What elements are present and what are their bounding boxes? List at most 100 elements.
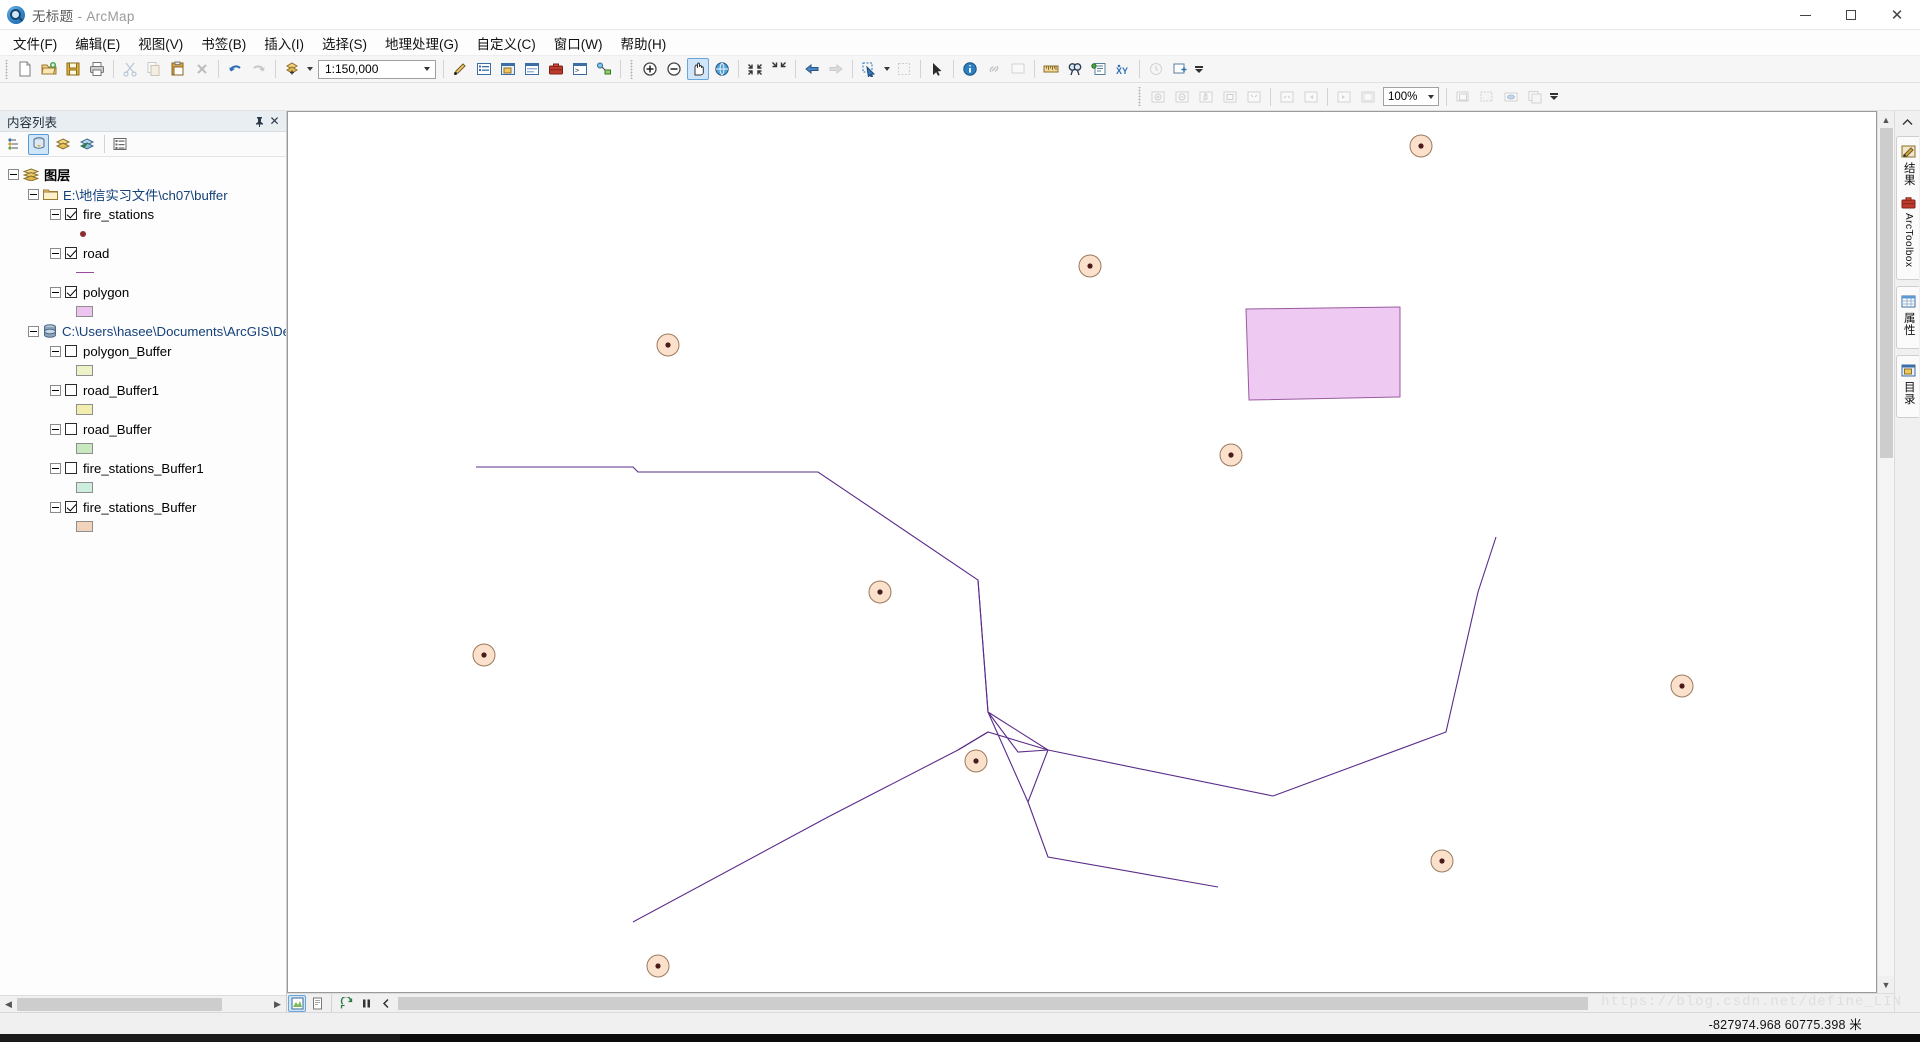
pause-drawing-button[interactable]: [357, 995, 375, 1012]
scroll-down-icon[interactable]: ▼: [1878, 976, 1894, 993]
refresh-view-button[interactable]: [337, 995, 355, 1012]
expander-icon[interactable]: [50, 423, 61, 435]
map-scale-combo[interactable]: [318, 59, 436, 79]
cut-icon[interactable]: [119, 58, 141, 80]
table-of-contents-icon[interactable]: [473, 58, 495, 80]
map-scale-dropdown-icon[interactable]: [419, 61, 435, 78]
zoom-out-icon[interactable]: [663, 58, 685, 80]
undo-icon[interactable]: [224, 58, 246, 80]
scroll-right-icon[interactable]: ▶: [269, 995, 286, 1013]
layout-go-back-icon[interactable]: [1300, 86, 1322, 108]
layout-view-button[interactable]: [308, 995, 326, 1012]
toc-scroll-track[interactable]: [17, 995, 269, 1013]
toc-symbol-road[interactable]: [0, 263, 286, 282]
expander-icon[interactable]: [50, 345, 61, 357]
menu-window[interactable]: 窗口(W): [545, 30, 612, 56]
map-vscroll-track[interactable]: [1878, 128, 1894, 976]
toc-layer-checkbox[interactable]: [65, 286, 77, 298]
toc-group-gdb-default[interactable]: C:\Users\hasee\Documents\ArcGIS\De: [0, 321, 286, 341]
save-icon[interactable]: [62, 58, 84, 80]
new-map-icon[interactable]: [14, 58, 36, 80]
map-vscroll-thumb[interactable]: [1880, 128, 1893, 458]
toc-layer-road-buffer[interactable]: road_Buffer: [0, 419, 286, 439]
menu-help[interactable]: 帮助(H): [611, 30, 675, 56]
close-button[interactable]: ✕: [1874, 0, 1920, 30]
search-window-icon[interactable]: [521, 58, 543, 80]
fire-station-point[interactable]: [1087, 263, 1093, 269]
toolbar-overflow-button[interactable]: [1192, 58, 1205, 80]
model-builder-icon[interactable]: [593, 58, 615, 80]
layout-zoom-dropdown-icon[interactable]: [1423, 88, 1438, 105]
dock-tab-attributes[interactable]: 属性: [1901, 291, 1916, 342]
map-horizontal-scrollbar[interactable]: [398, 994, 1894, 1012]
layout-focus-data-frame-icon[interactable]: [1500, 86, 1522, 108]
toc-close-button[interactable]: ✕: [267, 114, 282, 129]
fixed-zoom-in-icon[interactable]: [744, 58, 766, 80]
menu-view[interactable]: 视图(V): [129, 30, 192, 56]
expander-icon[interactable]: [50, 384, 61, 396]
editor-toolbar-icon[interactable]: [449, 58, 471, 80]
layout-fixed-zoom-in-icon[interactable]: [1243, 86, 1265, 108]
menu-selection[interactable]: 选择(S): [313, 30, 376, 56]
toc-layer-fire-stations-buffer1[interactable]: fire_stations_Buffer1: [0, 458, 286, 478]
toc-group-folder-buffer[interactable]: E:\地信实习文件\ch07\buffer: [0, 184, 286, 204]
layout-full-extent-icon[interactable]: [1219, 86, 1241, 108]
identify-icon[interactable]: [959, 58, 981, 80]
toc-tab-list-by-selection[interactable]: [76, 134, 97, 155]
expander-icon[interactable]: [50, 208, 61, 220]
dock-tab-results[interactable]: 结果: [1901, 141, 1916, 192]
select-elements-icon[interactable]: [926, 58, 948, 80]
clear-selection-icon[interactable]: [893, 58, 915, 80]
expander-icon[interactable]: [50, 286, 61, 298]
menu-bookmarks[interactable]: 书签(B): [192, 30, 255, 56]
hyperlink-icon[interactable]: [983, 58, 1005, 80]
toc-symbol-road-buffer1[interactable]: [0, 400, 286, 419]
map-scale-input[interactable]: [323, 61, 419, 77]
pan-icon[interactable]: [687, 58, 709, 80]
layout-zoom-100-icon[interactable]: [1452, 86, 1474, 108]
toc-symbol-polygon[interactable]: [0, 302, 286, 321]
find-icon[interactable]: [1064, 58, 1086, 80]
toc-symbol-road-buffer[interactable]: [0, 439, 286, 458]
collapse-panel-button[interactable]: [377, 995, 395, 1012]
zoom-in-icon[interactable]: [639, 58, 661, 80]
toc-layer-polygon-buffer[interactable]: polygon_Buffer: [0, 341, 286, 361]
fire-station-point[interactable]: [1679, 683, 1685, 689]
layout-pan-icon[interactable]: [1195, 86, 1217, 108]
fire-station-point[interactable]: [481, 652, 487, 658]
toc-symbol-fire-stations[interactable]: [0, 224, 286, 243]
expander-icon[interactable]: [28, 325, 39, 337]
select-features-dropdown-icon[interactable]: [881, 58, 892, 80]
minimize-button[interactable]: [1782, 0, 1828, 30]
redo-icon[interactable]: [248, 58, 270, 80]
toc-layer-checkbox[interactable]: [65, 208, 77, 220]
fire-station-point[interactable]: [1439, 858, 1445, 864]
dock-tab-catalog[interactable]: 目录: [1901, 360, 1916, 411]
layout-toggle-draft-icon[interactable]: [1476, 86, 1498, 108]
measure-icon[interactable]: [1040, 58, 1062, 80]
toc-tab-list-by-drawing-order[interactable]: [4, 134, 25, 155]
fire-station-point[interactable]: [973, 758, 979, 764]
toc-symbol-fire-stations-buffer1[interactable]: [0, 478, 286, 497]
layout-go-forward-icon[interactable]: [1333, 86, 1355, 108]
toc-layer-checkbox[interactable]: [65, 423, 77, 435]
select-features-icon[interactable]: [858, 58, 880, 80]
toc-tab-list-by-source[interactable]: [28, 133, 49, 155]
toolbar-grip[interactable]: [3, 59, 10, 79]
dock-tab-arctoolbox[interactable]: ArcToolbox: [1901, 192, 1916, 273]
dock-collapse-button[interactable]: [1899, 114, 1917, 130]
arctoolbox-icon[interactable]: [545, 58, 567, 80]
maximize-button[interactable]: [1828, 0, 1874, 30]
toc-pin-button[interactable]: [252, 114, 267, 129]
menu-edit[interactable]: 编辑(E): [66, 30, 129, 56]
fixed-zoom-out-icon[interactable]: [768, 58, 790, 80]
layout-change-layout-icon[interactable]: [1524, 86, 1546, 108]
copy-icon[interactable]: [143, 58, 165, 80]
print-icon[interactable]: [86, 58, 108, 80]
toc-scroll-thumb[interactable]: [17, 997, 222, 1011]
go-forward-extent-icon[interactable]: [825, 58, 847, 80]
toc-layer-polygon[interactable]: polygon: [0, 282, 286, 302]
expander-icon[interactable]: [28, 188, 39, 200]
fire-station-point[interactable]: [665, 342, 671, 348]
toc-symbol-fire-stations-buffer[interactable]: [0, 517, 286, 536]
